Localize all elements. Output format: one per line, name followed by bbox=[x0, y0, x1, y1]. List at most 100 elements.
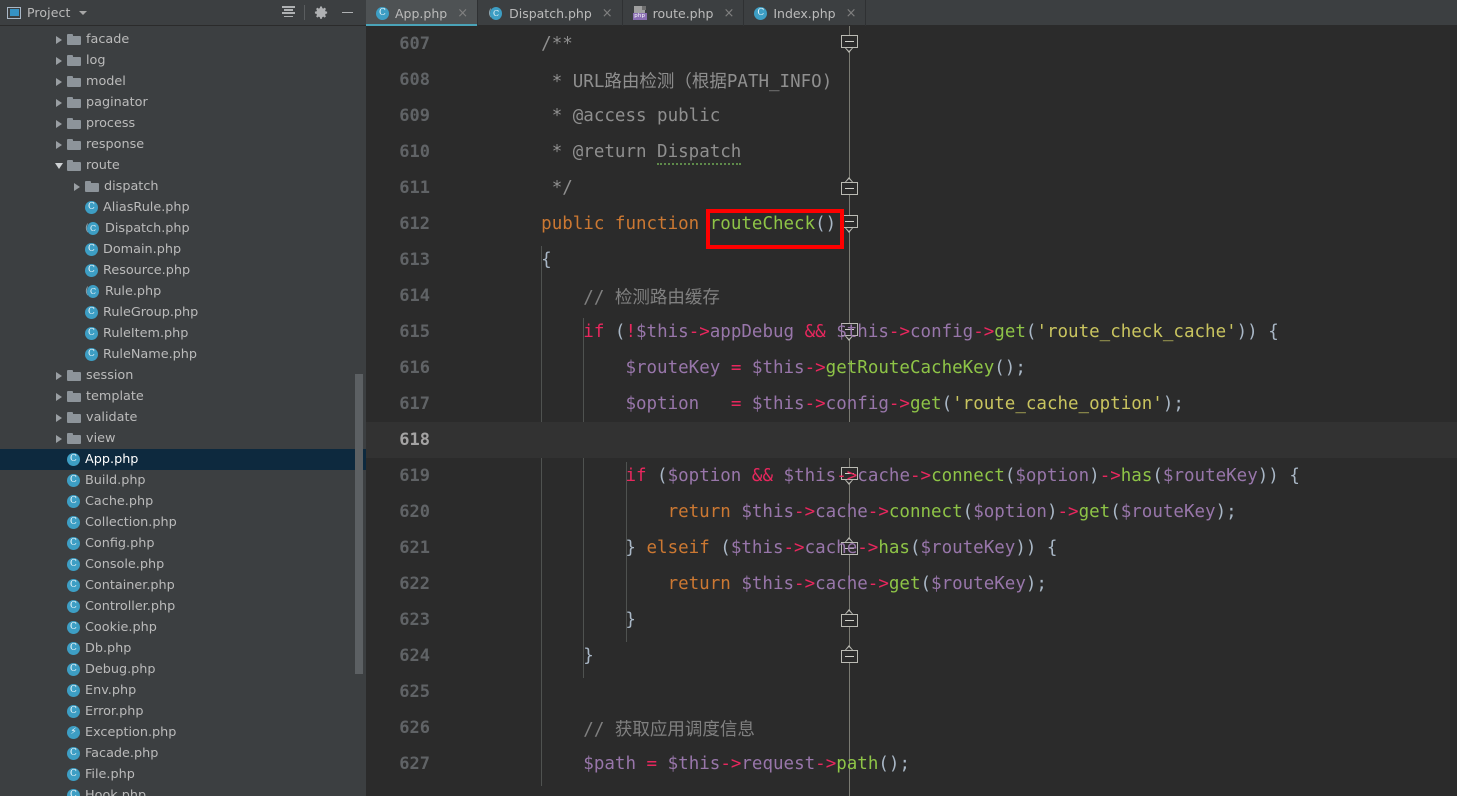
tree-item-file-php[interactable]: C File.php bbox=[0, 764, 366, 785]
project-panel-title[interactable]: Project bbox=[0, 5, 88, 20]
tree-item-facade[interactable]: facade bbox=[0, 29, 366, 50]
close-icon[interactable]: × bbox=[723, 7, 734, 20]
tree-item-cookie-php[interactable]: C Cookie.php bbox=[0, 617, 366, 638]
code-line-614[interactable]: 614 // 检测路由缓存 bbox=[366, 278, 1457, 314]
tree-item-rulegroup-php[interactable]: C RuleGroup.php bbox=[0, 302, 366, 323]
code-line-616[interactable]: 616 $routeKey = $this->getRouteCacheKey(… bbox=[366, 350, 1457, 386]
tree-item-model[interactable]: model bbox=[0, 71, 366, 92]
tab-route-php[interactable]: php route.php × bbox=[623, 0, 745, 26]
tree-item-cache-php[interactable]: C Cache.php bbox=[0, 491, 366, 512]
tree-item-config-php[interactable]: C Config.php bbox=[0, 533, 366, 554]
tree-item-ruleitem-php[interactable]: C RuleItem.php bbox=[0, 323, 366, 344]
code-line-618[interactable]: 618 bbox=[366, 422, 1457, 458]
tree-item-container-php[interactable]: C Container.php bbox=[0, 575, 366, 596]
line-number[interactable]: 616 bbox=[366, 358, 440, 378]
line-number[interactable]: 619 bbox=[366, 466, 440, 486]
tree-item-console-php[interactable]: C Console.php bbox=[0, 554, 366, 575]
tree-expander-collapsed[interactable] bbox=[50, 35, 67, 44]
tree-item-error-php[interactable]: C Error.php bbox=[0, 701, 366, 722]
code-line-615[interactable]: 615 if (!$this->appDebug && $this->confi… bbox=[366, 314, 1457, 350]
tree-item-session[interactable]: session bbox=[0, 365, 366, 386]
line-number[interactable]: 621 bbox=[366, 538, 440, 558]
tree-expander-collapsed[interactable] bbox=[50, 140, 67, 149]
tree-item-hook-php[interactable]: C Hook.php bbox=[0, 785, 366, 796]
tree-item-response[interactable]: response bbox=[0, 134, 366, 155]
tree-item-view[interactable]: view bbox=[0, 428, 366, 449]
line-number[interactable]: 610 bbox=[366, 142, 440, 162]
code-line-623[interactable]: 623 } bbox=[366, 602, 1457, 638]
line-number[interactable]: 618 bbox=[366, 430, 440, 450]
line-number[interactable]: 622 bbox=[366, 574, 440, 594]
code-line-619[interactable]: 619 if ($option && $this->cache->connect… bbox=[366, 458, 1457, 494]
settings-button[interactable] bbox=[308, 1, 334, 25]
tree-item-env-php[interactable]: C Env.php bbox=[0, 680, 366, 701]
line-number[interactable]: 627 bbox=[366, 754, 440, 774]
tree-expander-collapsed[interactable] bbox=[50, 98, 67, 107]
tree-item-rule-php[interactable]: (C Rule.php bbox=[0, 281, 366, 302]
code-line-608[interactable]: 608 * URL路由检测（根据PATH_INFO) bbox=[366, 62, 1457, 98]
line-number[interactable]: 615 bbox=[366, 322, 440, 342]
code-line-617[interactable]: 617 $option = $this->config->get('route_… bbox=[366, 386, 1457, 422]
tab-dispatch-php[interactable]: (C Dispatch.php × bbox=[478, 0, 623, 26]
tree-item-domain-php[interactable]: C Domain.php bbox=[0, 239, 366, 260]
code-editor[interactable]: 607 /** 608 * URL路由检测（根据PATH_INFO) 609 * @… bbox=[366, 26, 1457, 796]
tree-expander-collapsed[interactable] bbox=[50, 56, 67, 65]
line-number[interactable]: 626 bbox=[366, 718, 440, 738]
line-number[interactable]: 609 bbox=[366, 106, 440, 126]
line-number[interactable]: 614 bbox=[366, 286, 440, 306]
tree-item-template[interactable]: template bbox=[0, 386, 366, 407]
line-number[interactable]: 617 bbox=[366, 394, 440, 414]
tree-item-paginator[interactable]: paginator bbox=[0, 92, 366, 113]
tree-item-debug-php[interactable]: C Debug.php bbox=[0, 659, 366, 680]
tree-expander-collapsed[interactable] bbox=[68, 182, 85, 191]
tree-expander-collapsed[interactable] bbox=[50, 371, 67, 380]
line-number[interactable]: 612 bbox=[366, 214, 440, 234]
code-line-626[interactable]: 626 // 获取应用调度信息 bbox=[366, 710, 1457, 746]
tree-item-exception-php[interactable]: ⚡ Exception.php bbox=[0, 722, 366, 743]
line-number[interactable]: 613 bbox=[366, 250, 440, 270]
code-line-607[interactable]: 607 /** bbox=[366, 26, 1457, 62]
tree-item-build-php[interactable]: C Build.php bbox=[0, 470, 366, 491]
close-icon[interactable]: × bbox=[457, 7, 468, 20]
close-icon[interactable]: × bbox=[602, 7, 613, 20]
tree-item-process[interactable]: process bbox=[0, 113, 366, 134]
tree-expander-collapsed[interactable] bbox=[50, 434, 67, 443]
code-line-610[interactable]: 610 * @return Dispatch bbox=[366, 134, 1457, 170]
line-number[interactable]: 620 bbox=[366, 502, 440, 522]
tree-expander-collapsed[interactable] bbox=[50, 119, 67, 128]
chevron-down-icon[interactable] bbox=[79, 10, 88, 15]
tree-item-db-php[interactable]: C Db.php bbox=[0, 638, 366, 659]
tree-item-aliasrule-php[interactable]: C AliasRule.php bbox=[0, 197, 366, 218]
line-number[interactable]: 623 bbox=[366, 610, 440, 630]
tree-item-dispatch-php[interactable]: (C Dispatch.php bbox=[0, 218, 366, 239]
tree-expander-collapsed[interactable] bbox=[50, 392, 67, 401]
tree-item-collection-php[interactable]: C Collection.php bbox=[0, 512, 366, 533]
code-line-621[interactable]: 621 } elseif ($this->cache->has($routeKe… bbox=[366, 530, 1457, 566]
tree-item-resource-php[interactable]: C Resource.php bbox=[0, 260, 366, 281]
tree-item-log[interactable]: log bbox=[0, 50, 366, 71]
code-line-611[interactable]: 611 */ bbox=[366, 170, 1457, 206]
tree-item-app-php[interactable]: C App.php bbox=[0, 449, 366, 470]
tree-scrollbar[interactable] bbox=[355, 374, 363, 674]
tree-item-facade-php[interactable]: C Facade.php bbox=[0, 743, 366, 764]
tree-item-rulename-php[interactable]: C RuleName.php bbox=[0, 344, 366, 365]
code-line-622[interactable]: 622 return $this->cache->get($routeKey); bbox=[366, 566, 1457, 602]
line-number[interactable]: 625 bbox=[366, 682, 440, 702]
tree-expander-collapsed[interactable] bbox=[50, 413, 67, 422]
code-line-612[interactable]: 612 public function routeCheck() bbox=[366, 206, 1457, 242]
line-number[interactable]: 624 bbox=[366, 646, 440, 666]
project-tree[interactable]: facade log model paginator process response ro… bbox=[0, 26, 366, 796]
line-number[interactable]: 611 bbox=[366, 178, 440, 198]
tree-item-validate[interactable]: validate bbox=[0, 407, 366, 428]
tree-expander-collapsed[interactable] bbox=[50, 77, 67, 86]
close-icon[interactable]: × bbox=[846, 7, 857, 20]
collapse-all-button[interactable] bbox=[275, 1, 301, 25]
line-number[interactable]: 607 bbox=[366, 34, 440, 54]
code-line-620[interactable]: 620 return $this->cache->connect($option… bbox=[366, 494, 1457, 530]
code-line-613[interactable]: 613 { bbox=[366, 242, 1457, 278]
tab-index-php[interactable]: C Index.php × bbox=[744, 0, 867, 26]
tree-item-route[interactable]: route bbox=[0, 155, 366, 176]
tree-expander-expanded[interactable] bbox=[50, 162, 67, 169]
code-line-609[interactable]: 609 * @access public bbox=[366, 98, 1457, 134]
tree-item-controller-php[interactable]: C Controller.php bbox=[0, 596, 366, 617]
